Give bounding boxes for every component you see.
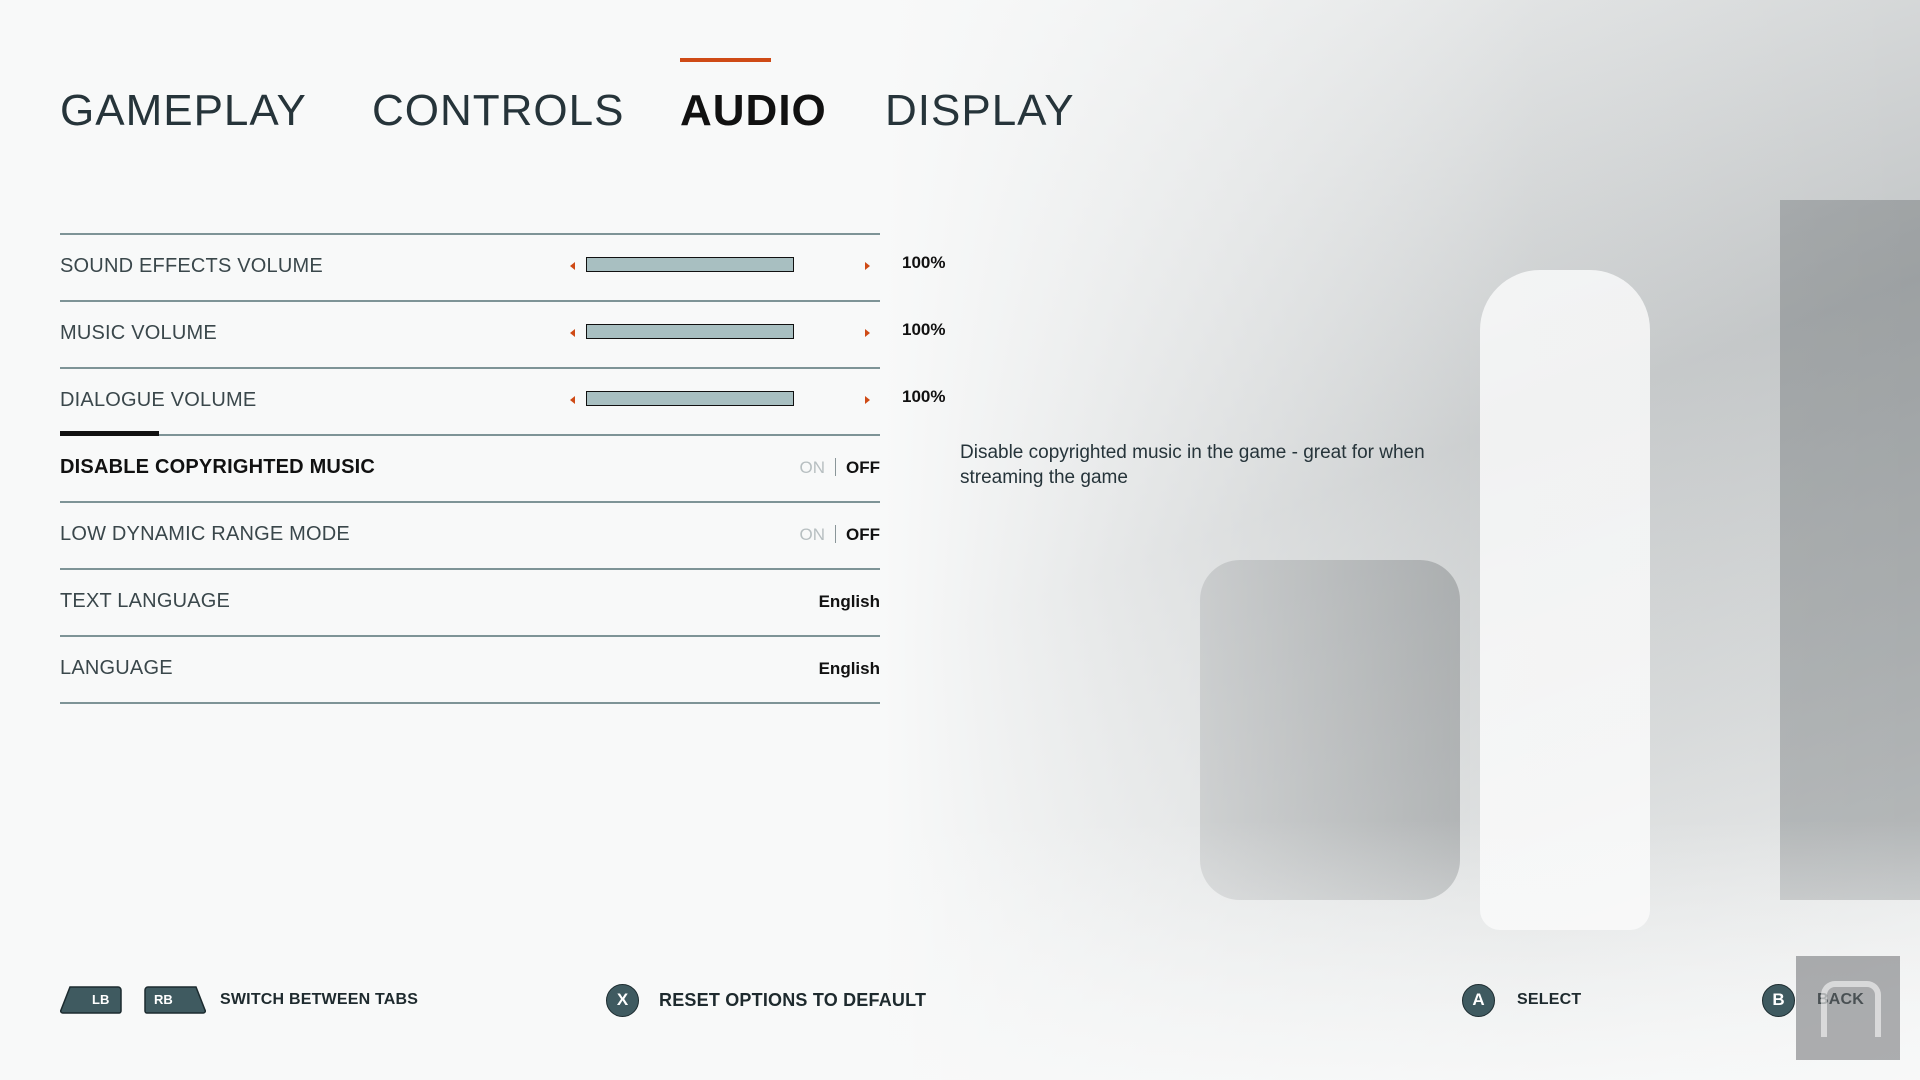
arrow-left-icon[interactable] (570, 329, 575, 337)
setting-label: SOUND EFFECTS VOLUME (60, 255, 323, 277)
slider-track[interactable] (586, 324, 794, 339)
selection-indicator (60, 431, 159, 436)
logo-glyph (1821, 981, 1881, 1037)
setting-description: Disable copyrighted music in the game - … (960, 442, 1425, 488)
text-language-value[interactable]: English (819, 592, 880, 612)
setting-row-disable-copyrighted-music[interactable]: DISABLE COPYRIGHTED MUSIC ON OFF (60, 431, 880, 501)
button-hints-bar: LB RB SWITCH BETWEEN TABS X RESET OPTION… (0, 980, 1920, 1040)
engadget-logo-icon (1796, 956, 1900, 1060)
tab-controls[interactable]: CONTROLS (372, 86, 624, 136)
rb-button-icon[interactable]: RB (144, 986, 206, 1014)
b-button-icon[interactable]: B (1762, 983, 1795, 1017)
lb-button-icon[interactable]: LB (60, 986, 122, 1014)
arrow-right-icon[interactable] (865, 396, 870, 404)
toggle-off-option[interactable]: OFF (846, 525, 880, 544)
setting-label: TEXT LANGUAGE (60, 590, 231, 612)
setting-label: DISABLE COPYRIGHTED MUSIC (60, 456, 376, 478)
slider-value: 100% (902, 253, 946, 272)
arrow-right-icon[interactable] (865, 329, 870, 337)
setting-label: DIALOGUE VOLUME (60, 389, 257, 411)
music-volume-slider[interactable]: 100% (570, 320, 945, 346)
low-dynamic-range-toggle[interactable]: ON OFF (800, 525, 880, 545)
setting-label: MUSIC VOLUME (60, 322, 217, 344)
setting-row-low-dynamic-range-mode[interactable]: LOW DYNAMIC RANGE MODE ON OFF (60, 501, 880, 568)
toggle-divider (835, 458, 836, 476)
select-label: SELECT (1517, 991, 1582, 1008)
slider-fill (587, 392, 793, 405)
a-button-icon[interactable]: A (1462, 983, 1495, 1017)
arrow-right-icon[interactable] (865, 262, 870, 270)
slider-value: 100% (902, 320, 946, 339)
tab-audio[interactable]: AUDIO (680, 86, 827, 136)
slider-track[interactable] (586, 257, 794, 272)
select-hint[interactable]: A SELECT (1462, 980, 1581, 1020)
slider-track[interactable] (586, 391, 794, 406)
bottom-fade-overlay (0, 820, 1920, 1080)
slider-fill (587, 258, 793, 271)
setting-label: LANGUAGE (60, 657, 173, 679)
toggle-on-option[interactable]: ON (800, 458, 826, 477)
dialogue-volume-slider[interactable]: 100% (570, 387, 945, 413)
reset-defaults-label: RESET OPTIONS TO DEFAULT (659, 989, 927, 1010)
x-button-icon[interactable]: X (606, 983, 639, 1017)
slider-fill (587, 325, 793, 338)
language-value[interactable]: English (819, 659, 880, 679)
switch-tabs-label: SWITCH BETWEEN TABS (220, 991, 419, 1008)
toggle-off-option[interactable]: OFF (846, 458, 880, 477)
arrow-left-icon[interactable] (570, 396, 575, 404)
sound-effects-volume-slider[interactable]: 100% (570, 253, 945, 279)
setting-row-text-language[interactable]: TEXT LANGUAGE English (60, 568, 880, 635)
toggle-divider (835, 525, 836, 543)
setting-row-language[interactable]: LANGUAGE English (60, 635, 880, 704)
slider-value: 100% (902, 387, 946, 406)
setting-row-sound-effects-volume[interactable]: SOUND EFFECTS VOLUME 100% (60, 233, 945, 300)
audio-settings-list: SOUND EFFECTS VOLUME 100% MUSIC VOLUME 1… (60, 233, 945, 704)
disable-copyrighted-music-toggle[interactable]: ON OFF (800, 458, 880, 478)
switch-tabs-hint[interactable]: LB RB SWITCH BETWEEN TABS (60, 980, 418, 1020)
reset-defaults-hint[interactable]: X RESET OPTIONS TO DEFAULT (606, 980, 926, 1020)
arrow-left-icon[interactable] (570, 262, 575, 270)
toggle-on-option[interactable]: ON (800, 525, 826, 544)
setting-label: LOW DYNAMIC RANGE MODE (60, 523, 350, 545)
active-tab-indicator (680, 58, 771, 62)
setting-row-dialogue-volume[interactable]: DIALOGUE VOLUME 100% (60, 367, 945, 434)
tab-display[interactable]: DISPLAY (885, 86, 1075, 136)
tab-gameplay[interactable]: GAMEPLAY (60, 86, 307, 136)
setting-row-music-volume[interactable]: MUSIC VOLUME 100% (60, 300, 945, 367)
